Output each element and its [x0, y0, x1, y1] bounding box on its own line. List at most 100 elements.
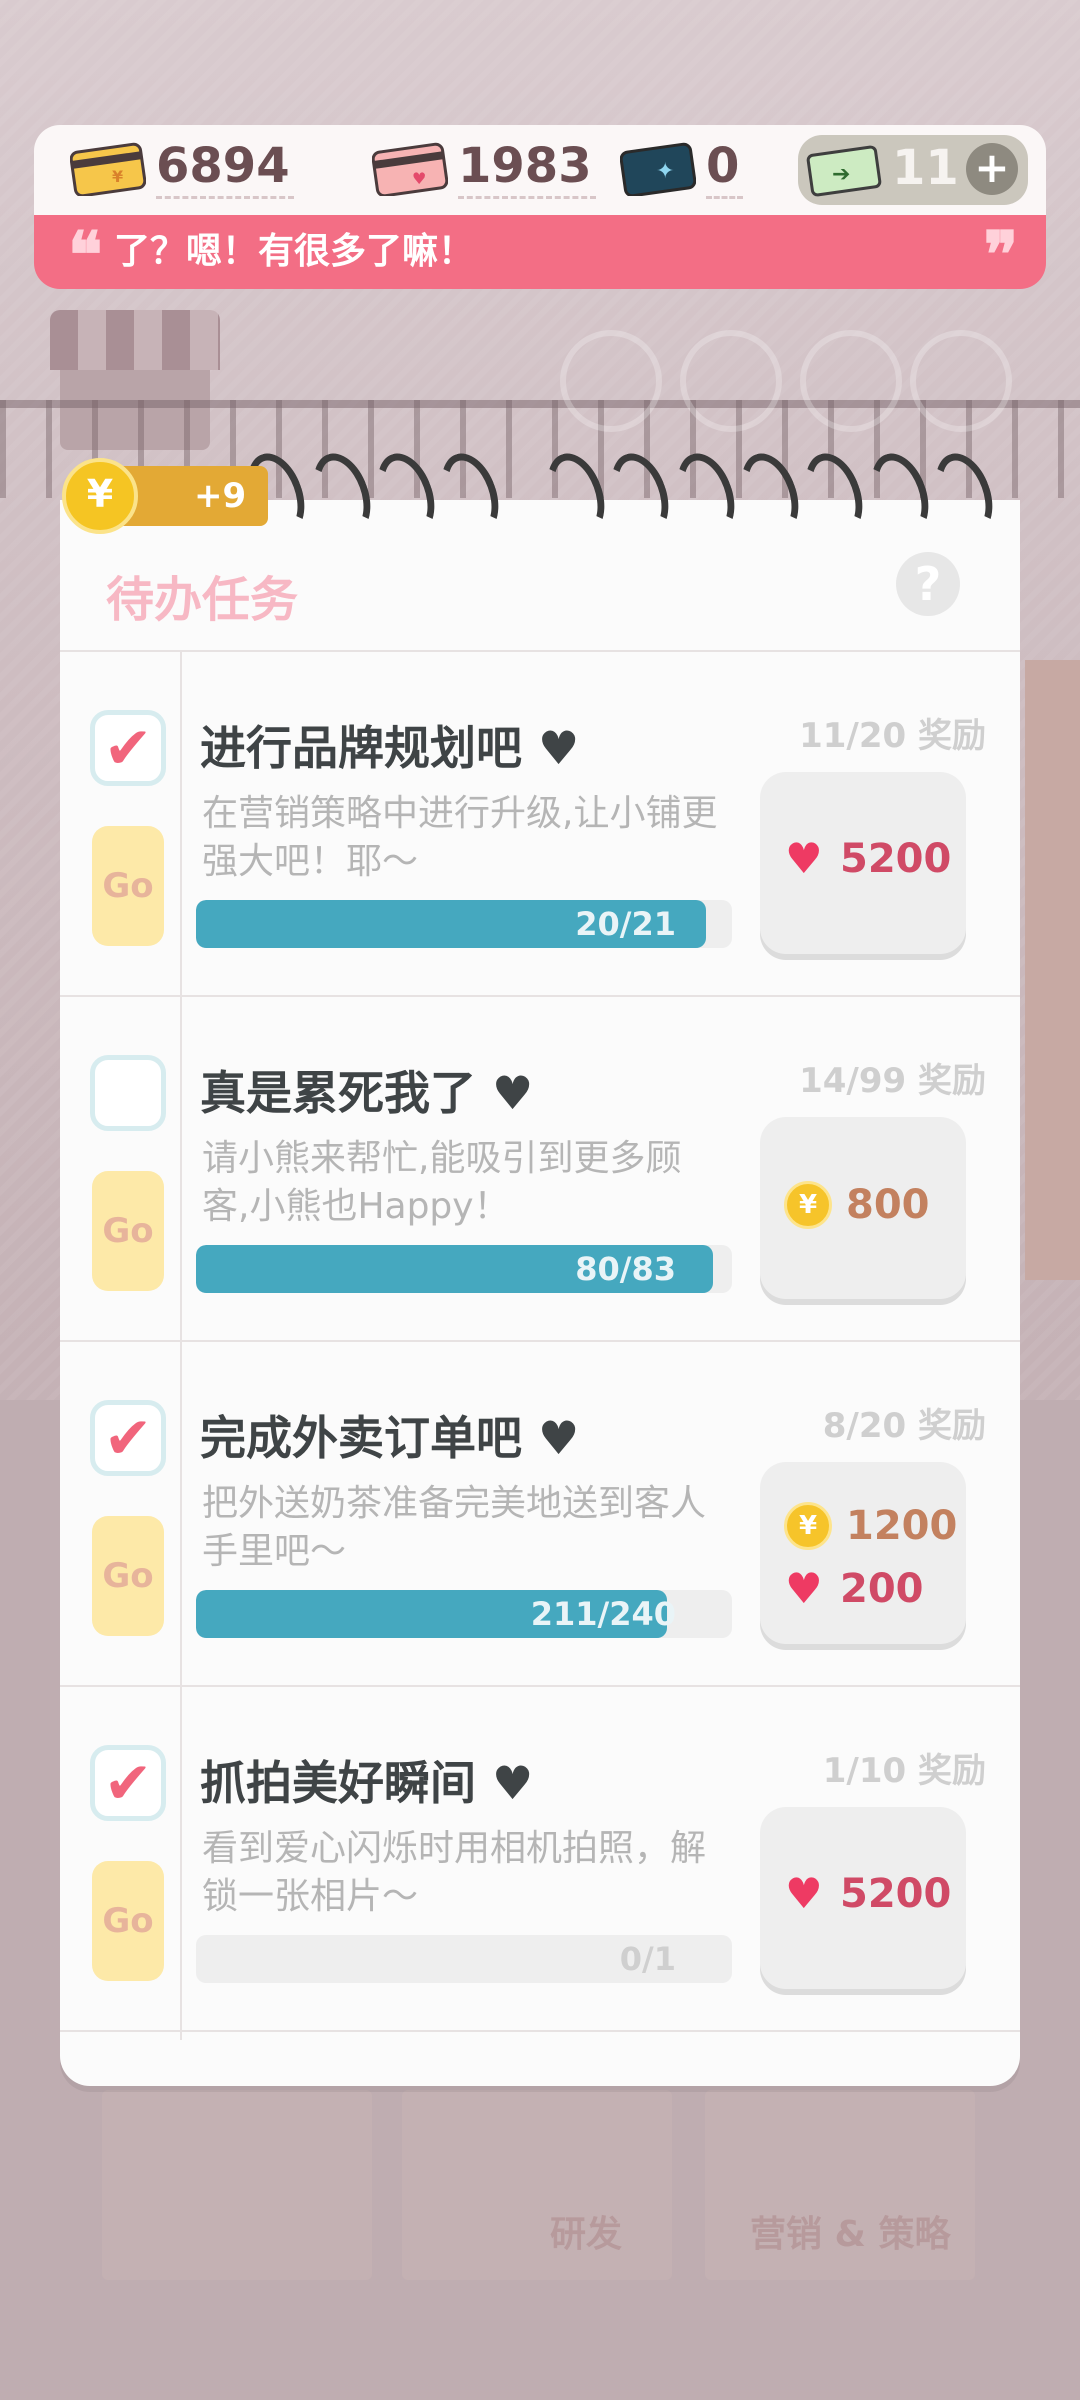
go-button[interactable]: Go — [92, 1861, 164, 1981]
heart-icon: ♥ — [785, 1869, 823, 1918]
bg-decor-circle — [800, 330, 902, 432]
ring-icon — [303, 445, 381, 543]
reward-item: ¥ 1200 — [784, 1502, 957, 1550]
reward-item: ♥ 5200 — [784, 1871, 951, 1917]
bg-tab-research — [402, 2090, 672, 2280]
currency-bar: ¥ 6894 ♥ 1983 ✦ 0 ➔ 11 + — [34, 125, 1046, 215]
task-row: ✔ Go 进行品牌规划吧 ♥ 在营销策略中进行升级,让小铺更强大吧！耶～ 20/… — [60, 690, 1020, 1035]
ring-icon — [601, 445, 679, 543]
task-description: 看到爱心闪烁时用相机拍照，解锁一张相片～ — [202, 1828, 707, 1917]
go-button[interactable]: Go — [92, 1171, 164, 1291]
blue-card-icon: ✦ — [620, 142, 696, 196]
ring-icon — [667, 445, 745, 543]
panel-title: 待办任务 — [106, 572, 299, 628]
bg-decor-circle — [910, 330, 1012, 432]
yen-coin-icon: ¥ — [62, 458, 138, 534]
blue-card-value: 0 — [706, 140, 744, 199]
task-progress-bar: 20/21 — [196, 900, 732, 948]
task-checkbox[interactable]: ✔ — [90, 1745, 166, 1821]
bg-wall-panel — [1025, 660, 1080, 1280]
task-description: 在营销策略中进行升级,让小铺更强大吧！耶～ — [202, 793, 718, 882]
reward-item: ♥ 200 — [784, 1564, 924, 1613]
yen-coin-icon: ¥ — [784, 1502, 832, 1550]
task-progress-bar: 211/240 — [196, 1590, 732, 1638]
heart-icon: ♥ — [492, 1756, 534, 1810]
bg-decor-circle — [680, 330, 782, 432]
heart-card-value: 1983 — [458, 140, 596, 199]
quote-open-icon: ❝ — [68, 218, 103, 293]
reward-box[interactable]: ♥ 5200 — [760, 772, 966, 954]
progress-text: 80/83 — [575, 1250, 676, 1288]
heart-card-currency: ♥ 1983 — [372, 139, 596, 199]
task-row: ✔ Go 完成外卖订单吧 ♥ 把外送奶茶准备完美地送到客人手里吧～ 211/24… — [60, 1380, 1020, 1725]
bg-tab-marketing-label: 营销 & 策略 — [750, 2214, 951, 2255]
gold-card-value: 6894 — [156, 140, 294, 199]
bg-decor-circle — [560, 330, 662, 432]
task-progress-bar: 0/1 — [196, 1935, 732, 1983]
task-title: 进行品牌规划吧 ♥ — [200, 721, 580, 775]
bg-tab-1 — [102, 2090, 372, 2280]
task-description: 请小熊来帮忙,能吸引到更多顾客,小熊也Happy！ — [202, 1138, 682, 1227]
ring-icon — [367, 445, 445, 543]
task-checkbox[interactable]: ✔ — [90, 710, 166, 786]
go-button[interactable]: Go — [92, 1516, 164, 1636]
task-checkbox[interactable] — [90, 1055, 166, 1131]
heart-icon: ♥ — [492, 1066, 534, 1120]
divider — [60, 650, 1020, 652]
reward-value: 800 — [846, 1182, 930, 1228]
ring-icon — [861, 445, 939, 543]
task-title: 真是累死我了 ♥ — [200, 1066, 534, 1120]
help-button[interactable]: ? — [896, 552, 960, 616]
reward-box[interactable]: ♥ 5200 — [760, 1807, 966, 1989]
heart-icon: ♥ — [538, 1411, 580, 1465]
notebook-rings — [230, 445, 1003, 543]
heart-icon: ♥ — [785, 1564, 823, 1613]
reward-value: 1200 — [846, 1503, 958, 1549]
svg-text:✦: ✦ — [656, 159, 674, 184]
progress-text: 0/1 — [619, 1940, 676, 1978]
task-description: 把外送奶茶准备完美地送到客人手里吧～ — [202, 1483, 707, 1572]
dialogue-text: 了？嗯！有很多了嘛！ — [114, 231, 475, 272]
heart-card-icon: ♥ — [372, 142, 448, 196]
gold-card-icon: ¥ — [70, 142, 146, 196]
reward-header: 11/20 奖励 — [799, 716, 986, 756]
progress-text: 20/21 — [575, 905, 676, 943]
reward-box[interactable]: ¥ 1200 ♥ 200 — [760, 1462, 966, 1644]
svg-text:¥: ¥ — [112, 167, 123, 186]
quote-close-icon: ❞ — [983, 218, 1018, 293]
reward-value: 5200 — [840, 836, 952, 882]
bg-tab-research-label: 研发 — [550, 2214, 623, 2255]
task-checkbox[interactable]: ✔ — [90, 1400, 166, 1476]
heart-icon: ♥ — [785, 834, 823, 883]
reward-item: ¥ 800 — [784, 1181, 930, 1229]
task-row: Go 真是累死我了 ♥ 请小熊来帮忙,能吸引到更多顾客,小熊也Happy！ 80… — [60, 1035, 1020, 1380]
ring-icon — [537, 445, 615, 543]
progress-text: 211/240 — [530, 1595, 676, 1633]
ticket-value: 11 — [892, 140, 959, 196]
ring-icon — [731, 445, 809, 543]
dialogue-banner: ❝ 了？嗯！有很多了嘛！ ❞ — [34, 215, 1046, 293]
task-title: 抓拍美好瞬间 ♥ — [200, 1756, 534, 1810]
task-title: 完成外卖订单吧 ♥ — [200, 1411, 580, 1465]
task-progress-bar: 80/83 — [196, 1245, 732, 1293]
add-ticket-button[interactable]: + — [966, 143, 1018, 195]
svg-text:♥: ♥ — [412, 169, 426, 188]
reward-box[interactable]: ¥ 800 — [760, 1117, 966, 1299]
reward-header: 8/20 奖励 — [822, 1406, 986, 1446]
reward-header: 14/99 奖励 — [799, 1061, 986, 1101]
reward-value: 5200 — [840, 1871, 952, 1917]
task-row: ✔ Go 抓拍美好瞬间 ♥ 看到爱心闪烁时用相机拍照，解锁一张相片～ 0/1 1… — [60, 1725, 1020, 2070]
coin-badge[interactable]: +9 ¥ — [62, 458, 272, 534]
yen-coin-icon: ¥ — [784, 1181, 832, 1229]
ticket-icon: ➔ — [806, 143, 882, 197]
reward-item: ♥ 5200 — [784, 836, 951, 882]
blue-card-currency: ✦ 0 — [620, 139, 744, 199]
ring-icon — [795, 445, 873, 543]
reward-header: 1/10 奖励 — [822, 1751, 986, 1791]
gold-card-currency: ¥ 6894 — [70, 139, 294, 199]
go-button[interactable]: Go — [92, 826, 164, 946]
heart-icon: ♥ — [538, 721, 580, 775]
reward-value: 200 — [840, 1566, 924, 1612]
ring-icon — [431, 445, 509, 543]
svg-text:➔: ➔ — [832, 162, 850, 187]
